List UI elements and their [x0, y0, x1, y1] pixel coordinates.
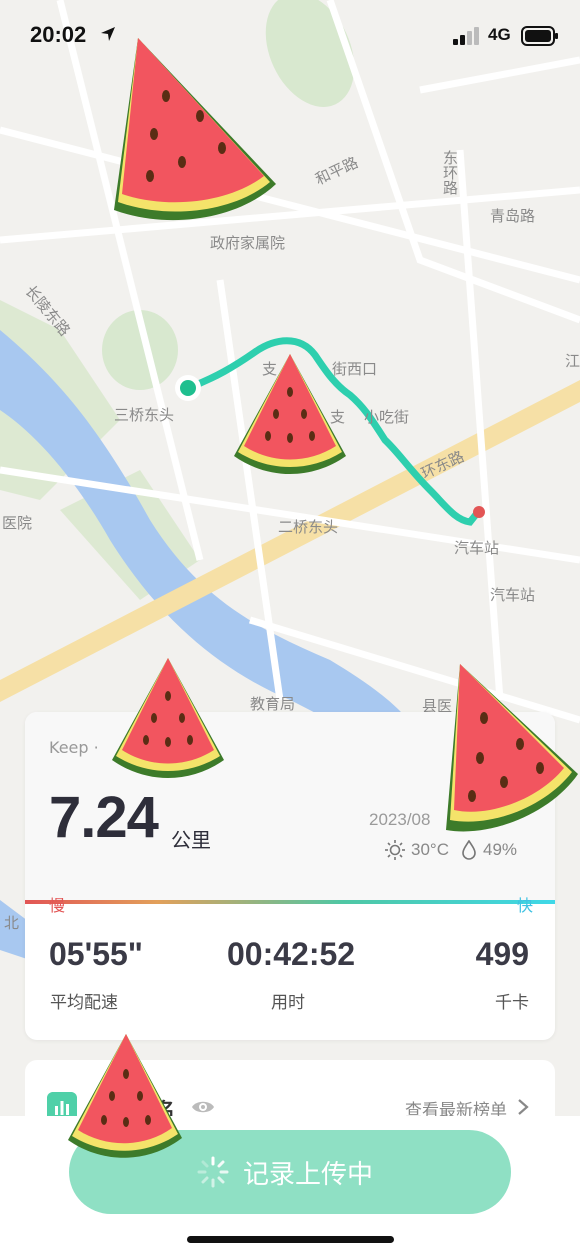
weather-info: 30°C 49% — [385, 840, 517, 860]
status-bar: 20:02 4G — [0, 0, 580, 70]
watermelon-sticker — [68, 1034, 182, 1158]
pace-gradient-bar — [25, 900, 555, 904]
watermelon-sticker — [446, 664, 578, 832]
battery-icon — [521, 26, 558, 46]
avg-pace-value: 05'55" — [49, 936, 143, 972]
signal-icon — [453, 27, 479, 45]
watermelon-sticker — [234, 354, 346, 474]
map-label-poi: 小吃街 — [364, 408, 410, 426]
map-label-poi: 政府家属院 — [210, 234, 286, 252]
upload-button-label: 记录上传中 — [243, 1160, 374, 1190]
droplet-icon — [462, 840, 476, 860]
map-label-road: 北 — [4, 914, 20, 932]
watermelon-sticker — [114, 38, 276, 221]
map-label-poi: 汽车站 — [454, 539, 500, 557]
chevron-right-icon[interactable] — [517, 1098, 529, 1116]
avg-pace-label: 平均配速 — [50, 993, 118, 1013]
map-label-poi: 医院 — [2, 514, 33, 532]
distance-unit: 公里 — [171, 828, 211, 852]
source-label: Keep · — [49, 738, 99, 757]
status-time: 20:02 — [30, 22, 87, 47]
eye-icon[interactable] — [191, 1098, 215, 1116]
humidity: 49% — [482, 840, 518, 859]
map-label-poi: 二桥东头 — [278, 518, 339, 536]
spinner-icon — [197, 1156, 229, 1188]
duration-value: 00:42:52 — [227, 936, 356, 972]
temperature: 30°C — [411, 840, 449, 859]
map-label-road: 江 — [565, 352, 580, 370]
map-label-poi: 三桥东头 — [114, 406, 175, 424]
sun-icon — [385, 840, 405, 860]
watermelon-sticker — [112, 658, 224, 778]
run-date: 2023/08 — [369, 810, 431, 829]
map-label-poi: 教育局 — [250, 695, 296, 713]
map-label-poi: 汽车站 — [490, 586, 536, 604]
slow-label: 慢 — [49, 896, 66, 915]
distance-value: 7.24 — [49, 785, 159, 850]
calories-label: 千卡 — [495, 993, 529, 1013]
home-indicator[interactable] — [187, 1236, 394, 1243]
calories-value: 499 — [475, 936, 529, 972]
map-label-road: 东环路 — [441, 150, 459, 195]
fast-label: 快 — [516, 896, 533, 915]
map-label-road: 青岛路 — [490, 207, 536, 225]
network-type: 4G — [488, 25, 511, 44]
duration-label: 用时 — [271, 993, 305, 1013]
